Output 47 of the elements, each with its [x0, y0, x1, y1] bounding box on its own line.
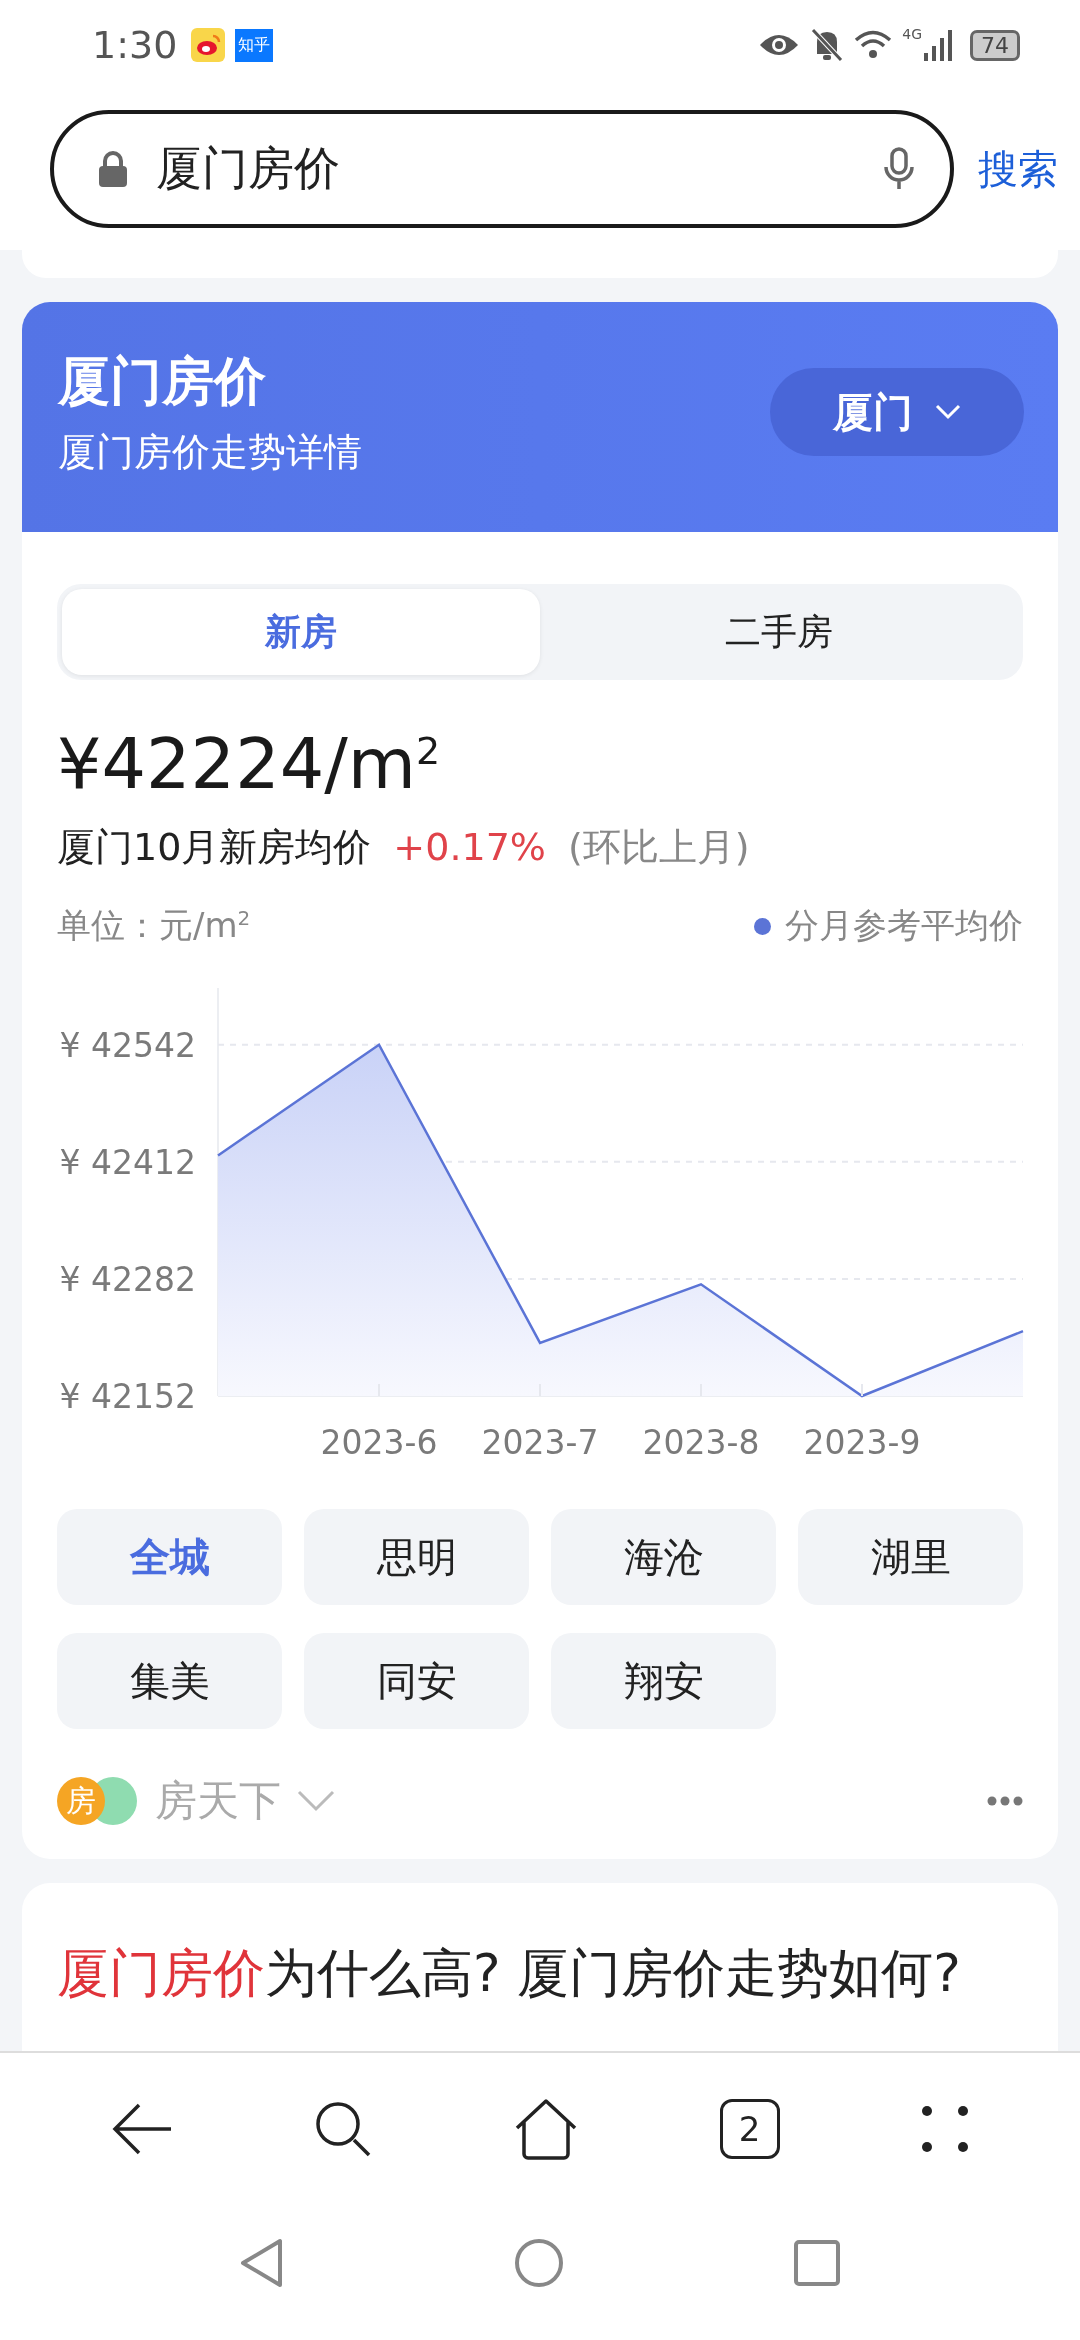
- search-button[interactable]: 搜索: [978, 141, 1058, 197]
- source-logo: 房: [57, 1777, 139, 1825]
- battery-icon: 74: [970, 29, 1020, 61]
- lock-icon: [98, 151, 128, 187]
- price-note: (环比上月): [567, 824, 750, 871]
- district-chip[interactable]: 思明: [304, 1509, 529, 1605]
- district-chip[interactable]: 湖里: [798, 1509, 1023, 1605]
- district-chip[interactable]: 全城: [57, 1509, 282, 1605]
- price-caption: 厦门10月新房均价: [57, 824, 372, 871]
- district-chip[interactable]: 翔安: [551, 1633, 776, 1729]
- tab[interactable]: 二手房: [540, 589, 1018, 675]
- x-axis-label: 2023-9: [803, 1423, 921, 1462]
- y-axis-label: ¥ 42542: [59, 1025, 196, 1065]
- home-icon[interactable]: [514, 2098, 578, 2160]
- price-value: ¥42224/m$^{2}$: [57, 722, 442, 806]
- bell-off-icon: [810, 27, 845, 63]
- chevron-down-icon: [935, 404, 961, 420]
- zhihu-app-icon: 知乎: [235, 28, 274, 62]
- y-axis-label: ¥ 42152: [59, 1377, 196, 1416]
- unit-label: 单位：元/m$^{2}$: [57, 904, 251, 947]
- card-subtitle: 厦门房价走势详情: [58, 428, 363, 476]
- wifi-icon: [854, 29, 893, 61]
- y-axis-label: ¥ 42412: [59, 1142, 196, 1182]
- card-title: 厦门房价: [58, 349, 267, 413]
- tabs-button[interactable]: 2: [719, 2099, 780, 2159]
- legend-label: 分月参考平均价: [785, 904, 1023, 947]
- district-chip[interactable]: 同安: [304, 1633, 529, 1729]
- district-chip[interactable]: 集美: [57, 1633, 282, 1729]
- menu-icon[interactable]: [921, 2105, 970, 2153]
- weibo-app-icon: [191, 28, 226, 62]
- status-time: 1:30: [92, 23, 178, 67]
- back-icon[interactable]: [110, 2102, 173, 2156]
- network-type: 4G: [902, 26, 922, 42]
- tab[interactable]: 新房: [62, 589, 540, 675]
- microphone-icon[interactable]: [884, 147, 914, 191]
- x-axis-label: 2023-7: [481, 1423, 599, 1462]
- search-icon[interactable]: [314, 2100, 373, 2158]
- x-axis-label: 2023-8: [642, 1423, 760, 1462]
- search-field[interactable]: 厦门房价: [50, 110, 954, 228]
- more-icon[interactable]: [987, 1796, 1023, 1806]
- y-axis-label: ¥ 42282: [59, 1259, 196, 1299]
- recents-icon[interactable]: [794, 2239, 840, 2286]
- city-dropdown[interactable]: 厦门: [770, 368, 1024, 456]
- signal-icon: [924, 29, 954, 61]
- district-chip[interactable]: 海沧: [551, 1509, 776, 1605]
- price-change: +0.17%: [393, 825, 546, 869]
- x-axis-label: 2023-6: [320, 1423, 438, 1462]
